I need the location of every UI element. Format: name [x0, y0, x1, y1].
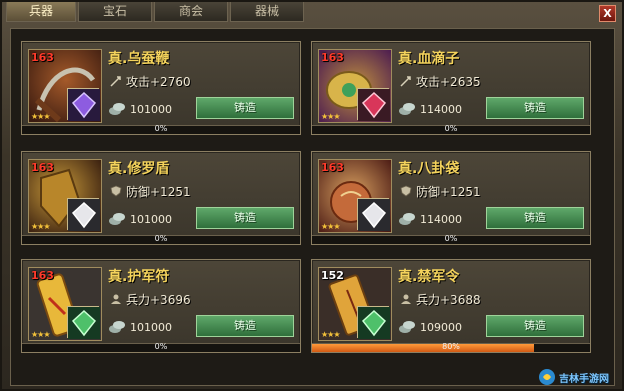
item-level: 152: [321, 269, 344, 282]
white-gem-icon: [67, 198, 100, 231]
silver-coin-icon: [399, 213, 415, 225]
item-cost: 101000: [130, 321, 172, 334]
silver-coin-icon: [399, 321, 415, 333]
item-cost: 101000: [130, 103, 172, 116]
item-stat: 兵力+3688: [416, 293, 481, 307]
item-name: 真.血滴子: [398, 51, 460, 67]
soldier-icon: [111, 294, 121, 304]
item-cost: 101000: [130, 213, 172, 226]
watermark-text: 吉林手游网: [559, 373, 609, 385]
white-gem-icon: [357, 198, 390, 231]
green-gem-icon: [357, 306, 390, 339]
item-name: 真.乌蚕鞭: [108, 51, 170, 67]
star-rating: ★★★: [31, 330, 50, 339]
purple-gem-icon: [67, 88, 100, 121]
item-stat: 攻击+2760: [126, 75, 191, 89]
soldier-icon: [401, 294, 411, 304]
item-thumbnail[interactable]: 152 ★★★: [318, 267, 392, 341]
sword-icon: [400, 76, 411, 87]
item-card-5: 152 ★★★ 真.禁军令 兵力+3688 109000 铸造 80%: [311, 259, 591, 353]
item-card-2: 163 ★★★ 真.修罗盾 防御+1251 101000 铸造 0%: [21, 151, 301, 245]
item-grid: 163 ★★★ 真.乌蚕鞭 攻击+2760 101000 铸造 0% 163 ★…: [10, 28, 615, 386]
item-thumbnail[interactable]: 163 ★★★: [28, 159, 102, 233]
forge-button[interactable]: 铸造: [196, 97, 294, 119]
item-stat: 兵力+3696: [126, 293, 191, 307]
item-name: 真.八卦袋: [398, 161, 460, 177]
item-level: 163: [321, 161, 344, 174]
watermark-icon: [539, 369, 555, 385]
progress-text: 0%: [154, 342, 168, 351]
item-level: 163: [31, 51, 54, 64]
item-cost: 114000: [420, 213, 462, 226]
progress-text: 0%: [444, 124, 458, 133]
item-thumbnail[interactable]: 163 ★★★: [318, 49, 392, 123]
forge-progress-bar: 0%: [22, 234, 300, 244]
forge-progress-bar: 0%: [22, 124, 300, 134]
green-gem-icon: [67, 306, 100, 339]
shield-icon: [110, 185, 122, 197]
silver-coin-icon: [109, 213, 125, 225]
tab-bar: 兵器 宝石 商会 器械: [6, 2, 304, 24]
tab-guild[interactable]: 商会: [154, 2, 228, 22]
forge-progress-bar: 0%: [22, 342, 300, 352]
forge-button[interactable]: 铸造: [486, 207, 584, 229]
progress-text: 80%: [442, 342, 460, 351]
star-rating: ★★★: [31, 112, 50, 121]
item-card-3: 163 ★★★ 真.八卦袋 防御+1251 114000 铸造 0%: [311, 151, 591, 245]
progress-text: 0%: [154, 124, 168, 133]
item-name: 真.禁军令: [398, 269, 460, 285]
item-name: 真.修罗盾: [108, 161, 170, 177]
item-level: 163: [321, 51, 344, 64]
close-button[interactable]: X: [599, 5, 616, 22]
item-level: 163: [31, 269, 54, 282]
tab-weapons[interactable]: 兵器: [6, 2, 76, 22]
star-rating: ★★★: [31, 222, 50, 231]
item-cost: 114000: [420, 103, 462, 116]
shield-icon: [400, 185, 412, 197]
item-thumbnail[interactable]: 163 ★★★: [28, 267, 102, 341]
item-stat: 攻击+2635: [416, 75, 481, 89]
silver-coin-icon: [109, 321, 125, 333]
silver-coin-icon: [399, 103, 415, 115]
forge-progress-bar: 80%: [312, 342, 590, 352]
forge-button[interactable]: 铸造: [196, 315, 294, 337]
item-stat: 防御+1251: [416, 185, 481, 199]
tab-machinery[interactable]: 器械: [230, 2, 304, 22]
star-rating: ★★★: [321, 112, 340, 121]
forge-button[interactable]: 铸造: [196, 207, 294, 229]
forge-window: 兵器 宝石 商会 器械 X 163 ★★★ 真.乌蚕鞭 攻击+2760 1010…: [0, 0, 624, 391]
progress-text: 0%: [154, 234, 168, 243]
item-card-4: 163 ★★★ 真.护军符 兵力+3696 101000 铸造 0%: [21, 259, 301, 353]
forge-progress-bar: 0%: [312, 124, 590, 134]
forge-progress-bar: 0%: [312, 234, 590, 244]
watermark-logo: 吉林手游网: [538, 367, 618, 387]
forge-button[interactable]: 铸造: [486, 97, 584, 119]
item-thumbnail[interactable]: 163 ★★★: [318, 159, 392, 233]
red-gem-icon: [357, 88, 390, 121]
star-rating: ★★★: [321, 222, 340, 231]
item-card-1: 163 ★★★ 真.血滴子 攻击+2635 114000 铸造 0%: [311, 41, 591, 135]
forge-button[interactable]: 铸造: [486, 315, 584, 337]
item-card-0: 163 ★★★ 真.乌蚕鞭 攻击+2760 101000 铸造 0%: [21, 41, 301, 135]
tab-gems[interactable]: 宝石: [78, 2, 152, 22]
item-cost: 109000: [420, 321, 462, 334]
item-level: 163: [31, 161, 54, 174]
silver-coin-icon: [109, 103, 125, 115]
star-rating: ★★★: [321, 330, 340, 339]
item-thumbnail[interactable]: 163 ★★★: [28, 49, 102, 123]
progress-text: 0%: [444, 234, 458, 243]
sword-icon: [110, 76, 121, 87]
item-name: 真.护军符: [108, 269, 170, 285]
item-stat: 防御+1251: [126, 185, 191, 199]
